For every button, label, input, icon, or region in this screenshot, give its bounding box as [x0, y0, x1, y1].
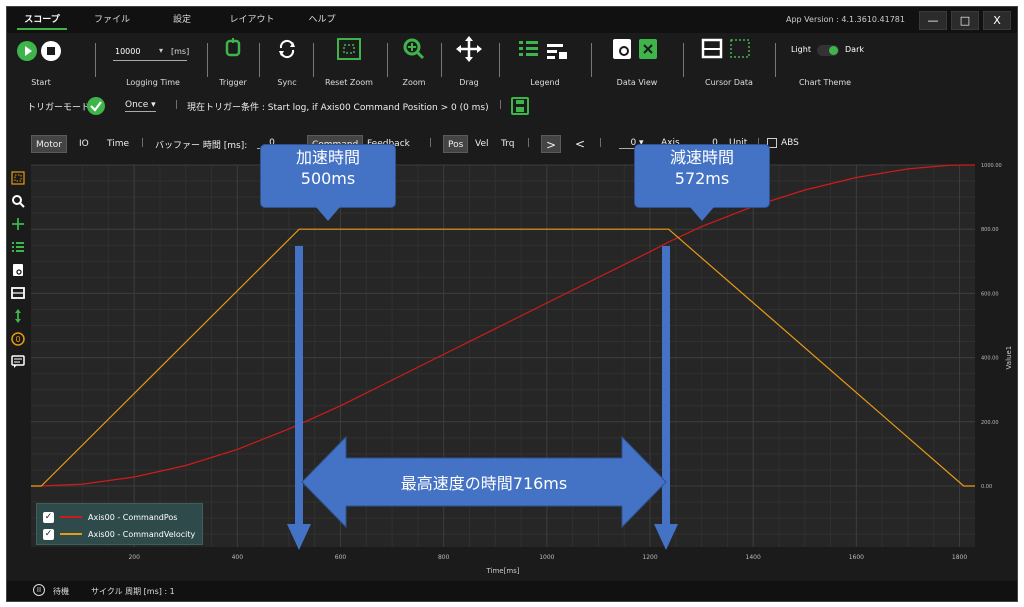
annotation-arrows: 最高速度の時間716ms: [287, 246, 678, 550]
decel-down-arrow-head: [654, 524, 678, 550]
max-speed-label: 最高速度の時間716ms: [401, 474, 567, 493]
accel-down-arrow-head: [287, 524, 311, 550]
accel-down-arrow-shaft: [295, 246, 303, 526]
